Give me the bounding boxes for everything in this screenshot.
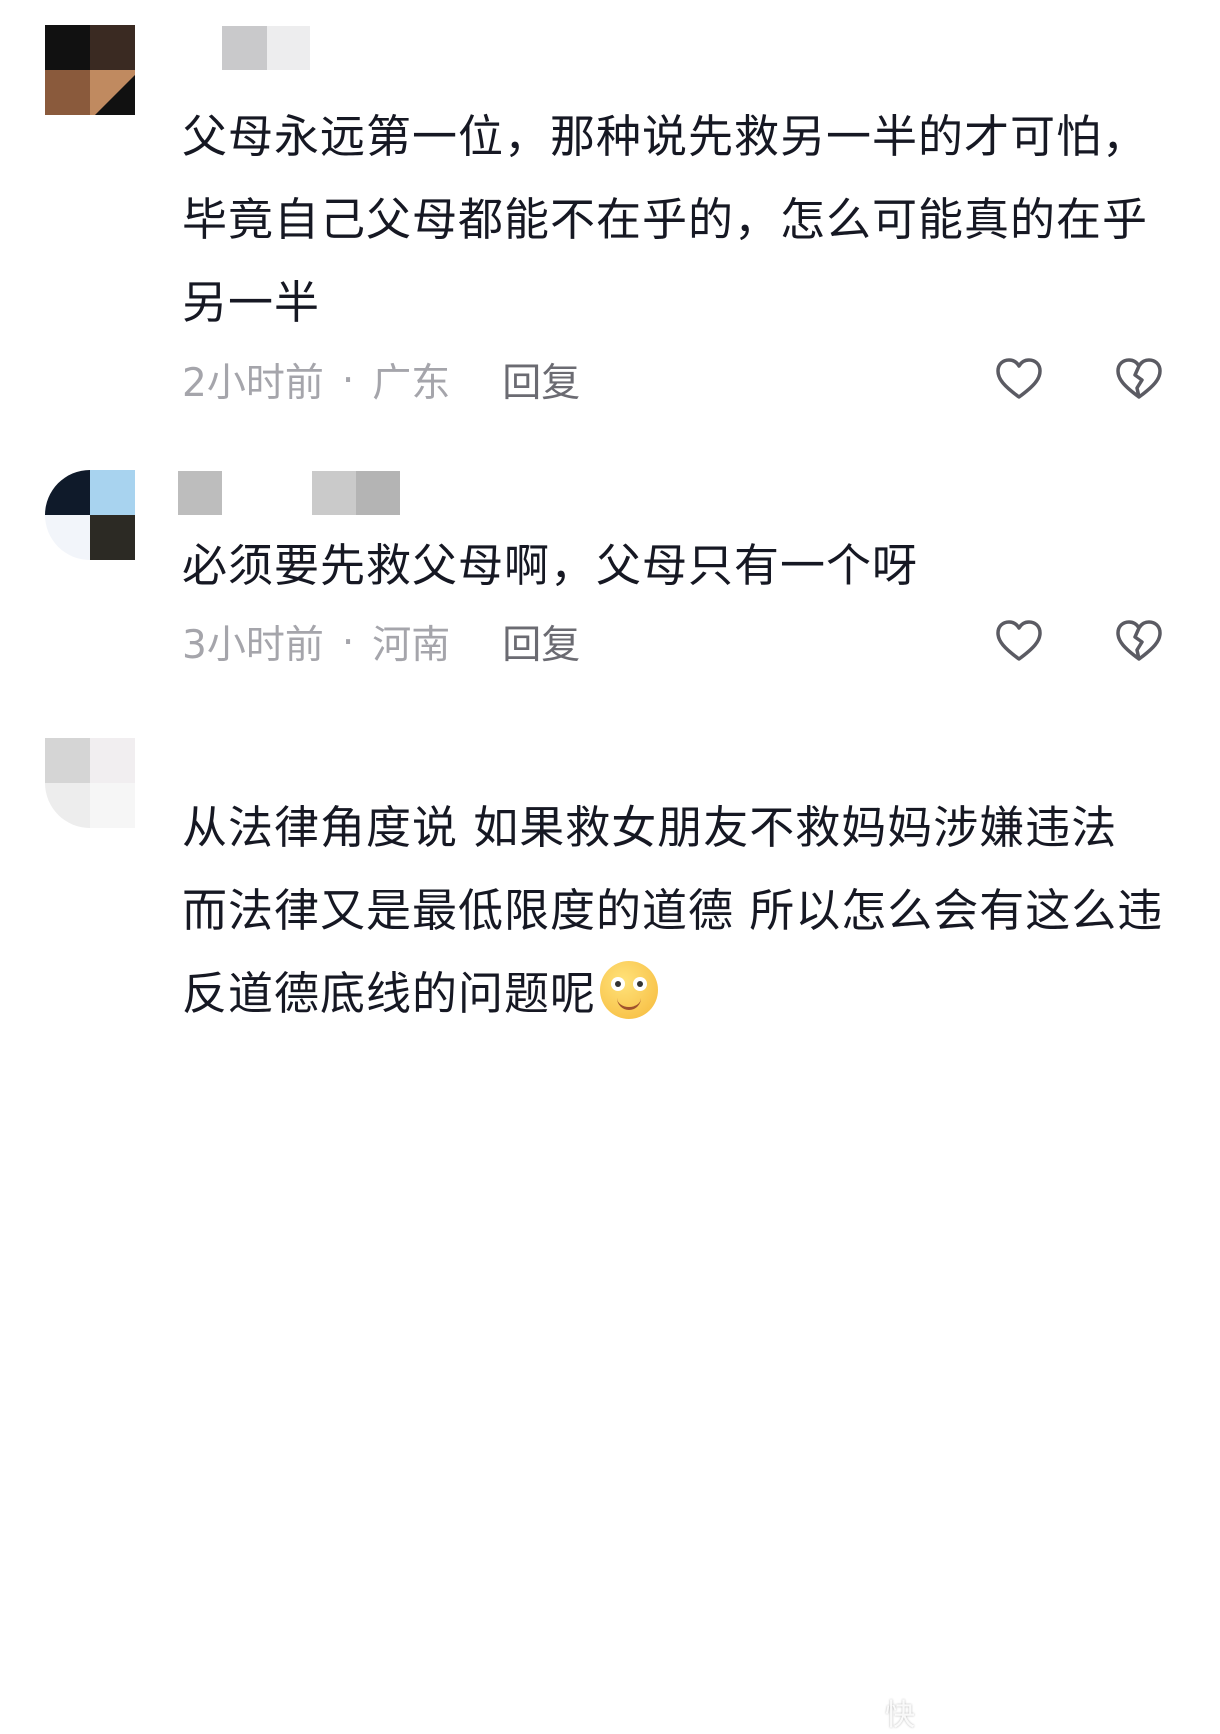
comment-item: 从法律角度说 如果救女朋友不救妈妈涉嫌违法 而法律又是最低限度的道德 所以怎么会… xyxy=(0,720,1220,1733)
avatar-pixel xyxy=(90,25,135,70)
avatar-pixel xyxy=(90,70,135,115)
broken-heart-icon[interactable] xyxy=(1114,355,1164,405)
comment-text: 必须要先救父母啊，父母只有一个呀 xyxy=(182,539,919,592)
avatar-pixel xyxy=(45,70,90,115)
avatar[interactable] xyxy=(45,25,135,115)
avatar-pixel xyxy=(45,738,90,783)
smile-emoji-icon xyxy=(600,961,659,1019)
comment-time: 2小时前 xyxy=(182,361,324,406)
comment-text: 父母永远第一位，那种说先救另一半的才可怕，毕竟自己父母都能不在乎的，怎么可能真的… xyxy=(182,110,1149,329)
username-blurred[interactable] xyxy=(178,471,400,515)
reply-button[interactable]: 回复 xyxy=(502,614,580,670)
comment-item: 父母永远第一位，那种说先救另一半的才可怕，毕竟自己父母都能不在乎的，怎么可能真的… xyxy=(0,0,1220,440)
avatar-pixel xyxy=(45,470,90,515)
comment-location: 河南 xyxy=(372,623,451,668)
comment-location: 广东 xyxy=(372,361,451,406)
broken-heart-icon[interactable] xyxy=(1114,617,1164,667)
avatar-pixel xyxy=(45,515,90,560)
comment-text-content: 从法律角度说 如果救女朋友不救妈妈涉嫌违法 而法律又是最低限度的道德 所以怎么会… xyxy=(182,801,1164,1020)
heart-outline-icon[interactable] xyxy=(994,355,1044,405)
meta-separator: · xyxy=(341,357,355,403)
comment-item: 必须要先救父母啊，父母只有一个呀 3小时前 · 河南 回复 xyxy=(0,440,1220,720)
watermark-text: 快 xyxy=(885,1698,915,1733)
comment-text: 从法律角度说 如果救女朋友不救妈妈涉嫌违法 而法律又是最低限度的道德 所以怎么会… xyxy=(182,786,1172,1035)
heart-outline-icon[interactable] xyxy=(994,617,1044,667)
comment-meta: 2小时前 · 广东 回复 xyxy=(182,352,580,408)
reply-button[interactable]: 回复 xyxy=(502,352,580,408)
meta-separator: · xyxy=(341,619,355,665)
avatar[interactable] xyxy=(45,738,135,828)
avatar-pixel xyxy=(90,738,135,783)
avatar[interactable] xyxy=(45,470,135,560)
comment-time: 3小时前 xyxy=(182,623,324,668)
avatar-pixel xyxy=(45,783,90,828)
avatar-pixel xyxy=(90,783,135,828)
avatar-pixel xyxy=(90,515,135,560)
avatar-pixel xyxy=(90,470,135,515)
avatar-pixel xyxy=(45,25,90,70)
comment-meta: 3小时前 · 河南 回复 xyxy=(182,614,580,670)
username-blurred[interactable] xyxy=(180,26,310,70)
